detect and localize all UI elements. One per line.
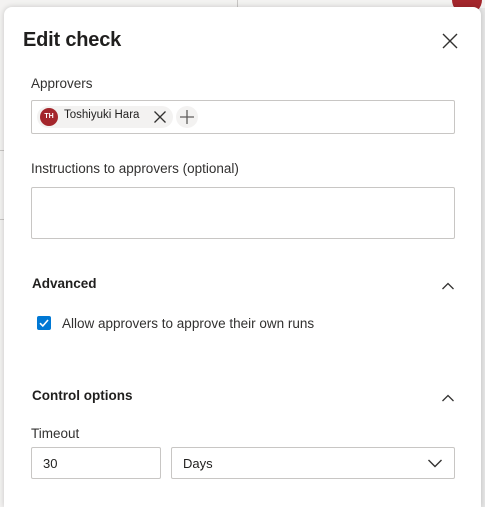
- timeout-label: Timeout: [31, 426, 80, 441]
- instructions-label: Instructions to approvers (optional): [31, 161, 239, 176]
- close-button[interactable]: [440, 31, 460, 51]
- panel-title: Edit check: [23, 29, 122, 51]
- advanced-collapse-button[interactable]: [441, 278, 455, 290]
- add-approver-button[interactable]: [176, 106, 198, 128]
- control-options-collapse-button[interactable]: [441, 390, 455, 402]
- allow-self-approve-label[interactable]: Allow approvers to approve their own run…: [62, 316, 314, 331]
- approvers-label: Approvers: [31, 76, 93, 91]
- timeout-value: 30: [43, 456, 58, 471]
- chevron-up-icon: [442, 394, 454, 402]
- close-icon: [442, 33, 458, 49]
- chevron-down-icon: [428, 459, 442, 468]
- close-icon: [154, 111, 166, 123]
- timeout-unit-dropdown[interactable]: Days: [171, 447, 455, 479]
- avatar: TH: [40, 108, 58, 126]
- remove-approver-button[interactable]: [152, 109, 168, 125]
- edit-check-panel: Edit check Approvers TH Toshiyuki Hara I…: [4, 7, 481, 507]
- chevron-up-icon: [442, 282, 454, 290]
- plus-icon: [180, 110, 194, 124]
- approvers-picker[interactable]: TH Toshiyuki Hara: [31, 100, 455, 134]
- advanced-section-title: Advanced: [32, 276, 97, 291]
- checkmark-icon: [39, 319, 49, 328]
- approver-chip: TH Toshiyuki Hara: [37, 106, 173, 128]
- allow-self-approve-checkbox[interactable]: [37, 316, 51, 330]
- timeout-unit-value: Days: [183, 456, 213, 471]
- instructions-textarea[interactable]: [31, 187, 455, 239]
- timeout-input[interactable]: 30: [31, 447, 161, 479]
- control-options-section-title: Control options: [32, 388, 133, 403]
- approver-name: Toshiyuki Hara: [64, 109, 140, 121]
